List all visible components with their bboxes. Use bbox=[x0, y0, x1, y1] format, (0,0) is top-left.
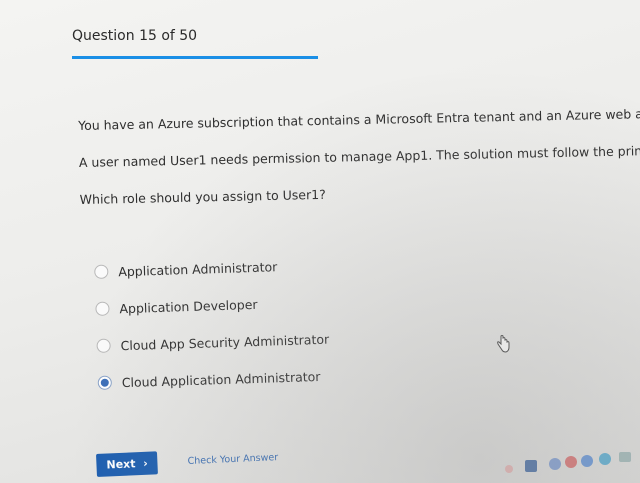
check-answer-link[interactable]: Check Your Answer bbox=[187, 452, 278, 467]
tray-icon bbox=[505, 465, 513, 473]
progress-header: Question 15 of 50 bbox=[72, 28, 318, 59]
next-label: Next bbox=[106, 457, 136, 472]
option-label: Cloud Application Administrator bbox=[121, 368, 321, 390]
option-application-developer[interactable]: Application Developer bbox=[95, 292, 328, 319]
app-icon bbox=[549, 458, 561, 470]
quiz-footer: Next › Check Your Answer bbox=[96, 446, 279, 477]
option-label: Application Administrator bbox=[118, 258, 278, 279]
screen-glare bbox=[0, 0, 640, 483]
hand-cursor-icon bbox=[496, 335, 510, 357]
option-cloud-app-security-administrator[interactable]: Cloud App Security Administrator bbox=[96, 329, 329, 356]
quiz-screen: Question 15 of 50 You have an Azure subs… bbox=[0, 0, 640, 483]
option-application-administrator[interactable]: Application Administrator bbox=[94, 255, 327, 282]
radio-button[interactable] bbox=[95, 301, 110, 316]
progress-fill bbox=[72, 56, 318, 59]
option-label: Cloud App Security Administrator bbox=[120, 331, 330, 353]
radio-button[interactable] bbox=[97, 375, 113, 390]
option-label: Application Developer bbox=[119, 296, 258, 316]
app-icon bbox=[565, 456, 577, 468]
app-icon bbox=[619, 452, 631, 462]
question-line-1: You have an Azure subscription that cont… bbox=[78, 106, 640, 133]
question-text: You have an Azure subscription that cont… bbox=[78, 105, 640, 207]
option-cloud-application-administrator[interactable]: Cloud Application Administrator bbox=[97, 366, 330, 393]
chevron-right-icon: › bbox=[139, 456, 148, 471]
question-line-2: A user named User1 needs permission to m… bbox=[78, 143, 640, 170]
question-line-3: Which role should you assign to User1? bbox=[79, 186, 326, 207]
next-button[interactable]: Next › bbox=[96, 451, 159, 477]
app-icon bbox=[581, 455, 593, 467]
taskbar-icons bbox=[495, 446, 640, 483]
radio-button[interactable] bbox=[94, 264, 109, 279]
progress-bar bbox=[72, 56, 318, 59]
answer-options: Application Administrator Application De… bbox=[94, 255, 331, 410]
app-icon bbox=[525, 460, 537, 472]
radio-button[interactable] bbox=[96, 338, 111, 353]
app-icon bbox=[599, 453, 611, 465]
question-counter: Question 15 of 50 bbox=[72, 28, 198, 44]
